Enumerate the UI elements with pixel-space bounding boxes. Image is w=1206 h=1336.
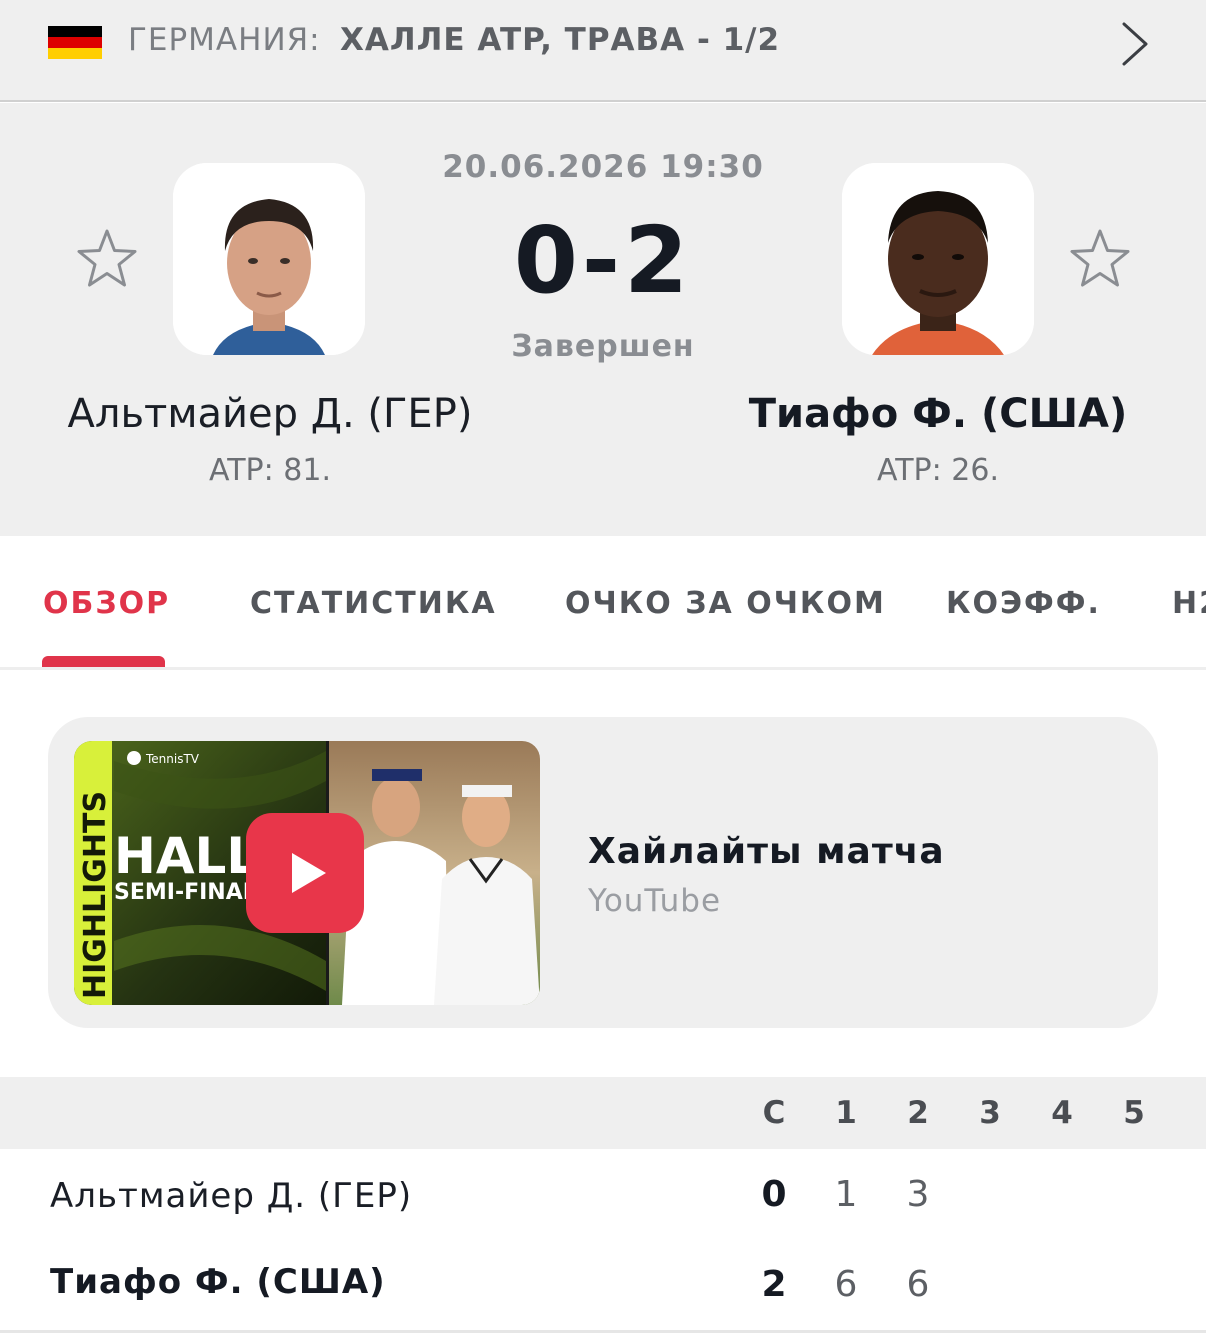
- scoreboard-row-home: Альтмайер Д. (ГЕР) 0 1 3: [0, 1150, 1206, 1240]
- tab-overview[interactable]: ОБЗОР: [43, 586, 170, 621]
- scoreboard-total: 0: [761, 1174, 787, 1215]
- scoreboard-col-set3: 3: [979, 1095, 1001, 1131]
- match-header: 20.06.2026 19:30 0-2 Завершен Альтмайер …: [0, 103, 1206, 536]
- player-photo-away[interactable]: [842, 163, 1034, 355]
- scoreboard-col-set1: 1: [835, 1095, 857, 1131]
- play-button[interactable]: [246, 813, 364, 933]
- away-player-name[interactable]: Тиафо Ф. (США): [700, 391, 1176, 437]
- scoreboard-player-name: Тиафо Ф. (США): [50, 1262, 386, 1302]
- away-player-rank: ATP: 26.: [877, 453, 999, 488]
- scoreboard-set-score: 6: [834, 1264, 858, 1305]
- divider: [0, 1330, 1206, 1333]
- scoreboard-total: 2: [761, 1264, 787, 1305]
- tournament-bar[interactable]: ГЕРМАНИЯ: ХАЛЛЕ ATP, ТРАВА - 1/2: [0, 0, 1206, 102]
- tournament-country: ГЕРМАНИЯ:: [128, 22, 321, 58]
- highlights-card[interactable]: HIGHLIGHTS TennisTV HALLE SEMI-FINALS Ха…: [48, 717, 1158, 1028]
- tab-statistics[interactable]: СТАТИСТИКА: [250, 586, 497, 621]
- scoreboard-col-set4: 4: [1051, 1095, 1073, 1131]
- scoreboard-row-away: Тиафо Ф. (США) 2 6 6: [0, 1240, 1206, 1330]
- highlights-source: YouTube: [588, 883, 722, 919]
- scoreboard-col-total: С: [762, 1095, 786, 1131]
- tab-point-by-point[interactable]: ОЧКО ЗА ОЧКОМ: [565, 586, 886, 621]
- scoreboard-col-set2: 2: [907, 1095, 929, 1131]
- play-icon: [292, 853, 326, 893]
- scoreboard-col-set5: 5: [1123, 1095, 1145, 1131]
- chevron-right-icon[interactable]: [1118, 20, 1152, 68]
- tab-h2h[interactable]: H2H: [1172, 586, 1206, 621]
- active-tab-indicator: [42, 656, 165, 667]
- scoreboard-set-score: 3: [906, 1174, 930, 1215]
- video-thumbnail[interactable]: HIGHLIGHTS TennisTV HALLE SEMI-FINALS: [74, 741, 540, 1005]
- germany-flag-icon: [48, 26, 102, 59]
- home-player-rank: ATP: 81.: [209, 453, 331, 488]
- scoreboard-header: С 1 2 3 4 5: [0, 1077, 1206, 1149]
- scoreboard-player-name: Альтмайер Д. (ГЕР): [50, 1176, 413, 1216]
- tournament-name: ХАЛЛЕ ATP, ТРАВА - 1/2: [340, 22, 781, 58]
- highlights-title[interactable]: Хайлайты матча: [588, 831, 945, 872]
- thumb-badge-text: HIGHLIGHTS: [78, 791, 113, 999]
- scoreboard-set-score: 6: [906, 1264, 930, 1305]
- thumb-brand-text: TennisTV: [145, 752, 200, 766]
- tab-bar: ОБЗОР СТАТИСТИКА ОЧКО ЗА ОЧКОМ КОЭФФ. H2…: [0, 536, 1206, 670]
- tab-odds[interactable]: КОЭФФ.: [946, 586, 1101, 621]
- favorite-star-icon[interactable]: [1068, 227, 1132, 291]
- home-player-name[interactable]: Альтмайер Д. (ГЕР): [30, 391, 510, 437]
- scoreboard-set-score: 1: [834, 1174, 858, 1215]
